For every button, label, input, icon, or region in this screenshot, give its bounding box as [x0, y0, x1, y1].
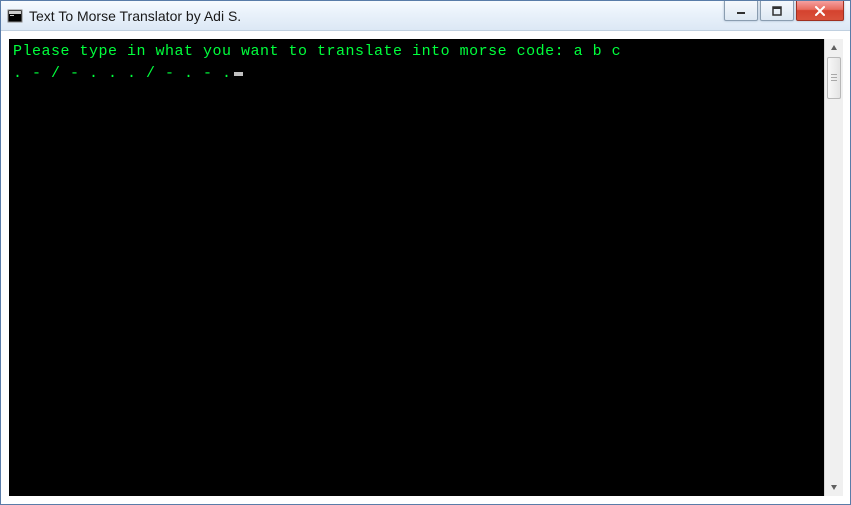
window-title: Text To Morse Translator by Adi S.: [29, 8, 724, 24]
maximize-button[interactable]: [760, 1, 794, 21]
app-icon: [7, 8, 23, 24]
scroll-track[interactable]: [825, 57, 843, 478]
client-area: Please type in what you want to translat…: [1, 31, 850, 504]
app-window: Text To Morse Translator by Adi S. Pleas…: [0, 0, 851, 505]
scroll-down-button[interactable]: [825, 478, 843, 496]
window-controls: [724, 1, 850, 30]
vertical-scrollbar[interactable]: [824, 39, 842, 496]
console-prompt: Please type in what you want to translat…: [13, 43, 574, 60]
titlebar[interactable]: Text To Morse Translator by Adi S.: [1, 1, 850, 31]
close-button[interactable]: [796, 1, 844, 21]
scroll-thumb[interactable]: [827, 57, 841, 99]
console-morse-output: . - / - . . . / - . - .: [13, 65, 232, 82]
minimize-button[interactable]: [724, 1, 758, 21]
scroll-up-button[interactable]: [825, 39, 843, 57]
console-input: a b c: [574, 43, 622, 60]
console-output[interactable]: Please type in what you want to translat…: [9, 39, 824, 496]
cursor-icon: [234, 72, 243, 76]
